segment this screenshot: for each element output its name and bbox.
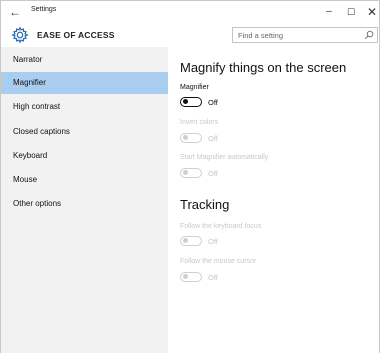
follow-mouse-label: Follow the mouse cursor — [180, 258, 257, 265]
sidebar-item-high-contrast[interactable]: High contrast — [1, 96, 168, 118]
window-title: Settings — [31, 6, 57, 13]
sidebar: Narrator Magnifier High contrast Closed … — [1, 47, 168, 353]
sidebar-item-closed-captions[interactable]: Closed captions — [1, 121, 168, 143]
search-box[interactable] — [232, 27, 378, 43]
sidebar-item-narrator[interactable]: Narrator — [1, 49, 168, 71]
minimize-button[interactable]: – — [319, 4, 339, 20]
sidebar-item-mouse[interactable]: Mouse — [1, 169, 168, 191]
toggle-knob — [182, 238, 188, 244]
toggle-knob — [182, 170, 188, 176]
toggle-knob — [182, 135, 188, 141]
page-title: EASE OF ACCESS — [37, 30, 115, 40]
toggle-knob — [182, 99, 188, 105]
start-auto-toggle[interactable] — [180, 168, 202, 178]
title-bar: ← Settings – ☐ ✕ — [1, 1, 379, 23]
magnifier-label: Magnifier — [180, 84, 209, 91]
start-auto-label: Start Magnifier automatically — [180, 154, 269, 161]
close-button[interactable]: ✕ — [362, 4, 380, 20]
sidebar-item-keyboard[interactable]: Keyboard — [1, 145, 168, 167]
magnifier-toggle[interactable] — [180, 97, 202, 107]
search-icon[interactable] — [364, 30, 374, 40]
follow-keyboard-label: Follow the keyboard focus — [180, 223, 262, 230]
maximize-button[interactable]: ☐ — [341, 4, 361, 20]
invert-colors-label: Invert colors — [180, 119, 219, 126]
back-button[interactable]: ← — [7, 4, 23, 20]
follow-mouse-state: Off — [208, 273, 218, 282]
main-content: Magnify things on the screen Magnifier O… — [168, 47, 379, 353]
invert-colors-toggle[interactable] — [180, 133, 202, 143]
section-heading-tracking: Tracking — [180, 197, 230, 212]
section-heading-magnify: Magnify things on the screen — [180, 60, 347, 75]
toggle-knob — [182, 274, 188, 280]
search-input[interactable] — [238, 30, 358, 41]
settings-header: EASE OF ACCESS — [1, 23, 379, 47]
follow-keyboard-toggle[interactable] — [180, 236, 202, 246]
sidebar-item-other-options[interactable]: Other options — [1, 193, 168, 215]
invert-colors-state: Off — [208, 134, 218, 143]
follow-keyboard-state: Off — [208, 237, 218, 246]
gear-icon — [11, 26, 29, 44]
start-auto-state: Off — [208, 169, 218, 178]
magnifier-state: Off — [208, 98, 218, 107]
settings-window: ← Settings – ☐ ✕ EASE OF ACCESS Narrator… — [0, 0, 380, 353]
follow-mouse-toggle[interactable] — [180, 272, 202, 282]
sidebar-item-magnifier[interactable]: Magnifier — [1, 72, 168, 94]
